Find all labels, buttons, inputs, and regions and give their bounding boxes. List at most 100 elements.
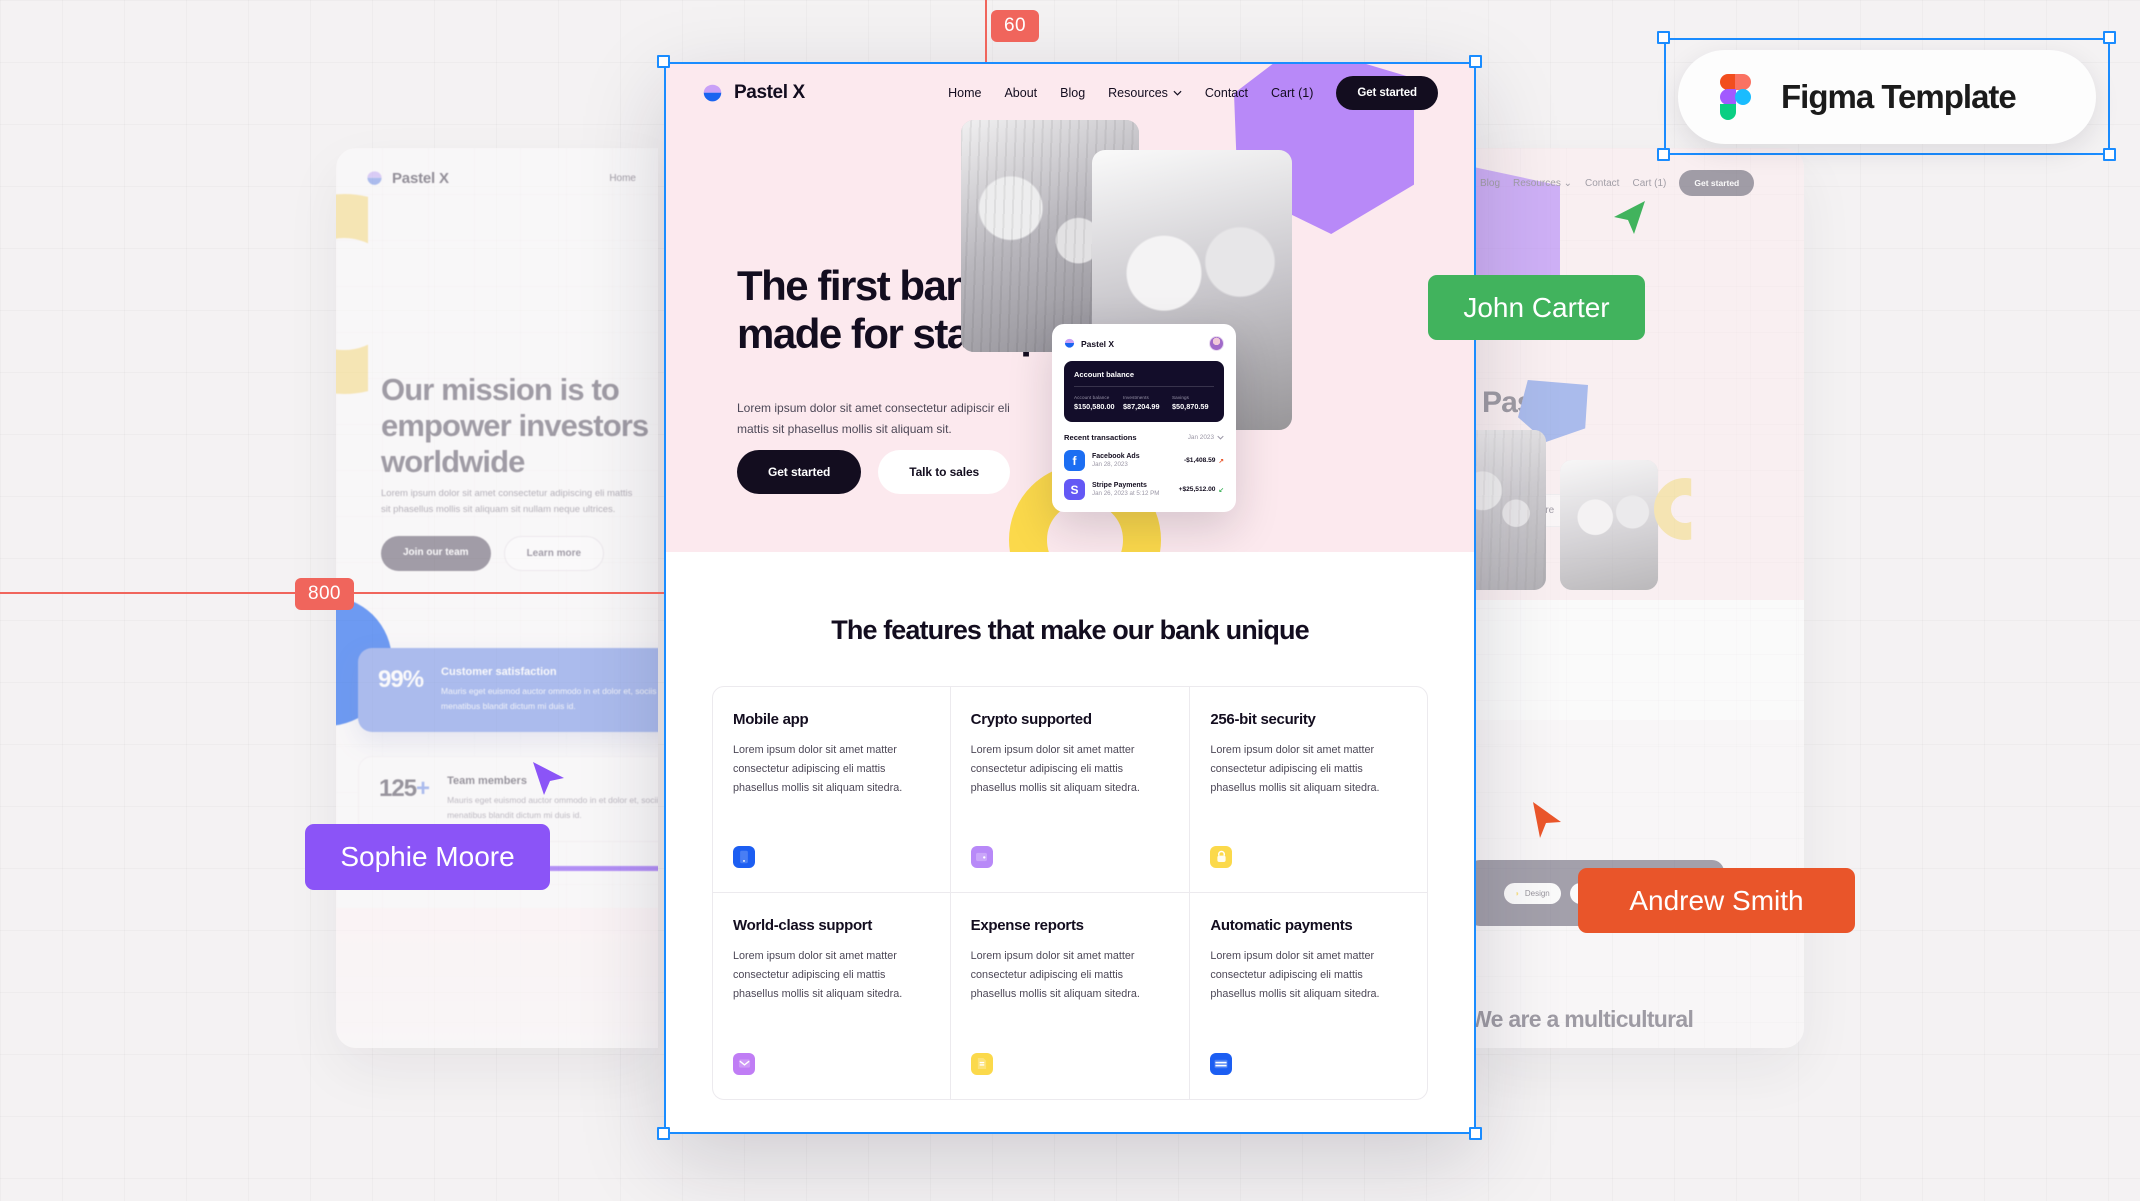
artboard-center-page[interactable]: Pastel X Home About Blog Resources Conta… — [664, 62, 1476, 1134]
feature-body: Lorem ipsum dolor sit amet matter consec… — [1210, 743, 1380, 795]
avatar[interactable] — [1209, 336, 1224, 351]
selection-handle-bottom-right[interactable] — [1469, 1127, 1482, 1140]
stat-number: 99% — [378, 666, 424, 693]
balance-value: $150,580.00 — [1074, 402, 1115, 411]
get-started-button[interactable]: Get started — [1336, 76, 1438, 110]
tag-design[interactable]: ◗ Design — [1504, 882, 1561, 904]
bank-card-brand-label: Pastel X — [1081, 338, 1115, 349]
feature-card-support[interactable]: World-class support Lorem ipsum dolor si… — [712, 892, 951, 1100]
left-page-nav[interactable]: Pastel X Home — [366, 170, 636, 187]
feature-card-automatic-payments[interactable]: Automatic payments Lorem ipsum dolor sit… — [1189, 892, 1428, 1100]
feature-card-mobile-app[interactable]: Mobile app Lorem ipsum dolor sit amet ma… — [712, 685, 951, 893]
hero-talk-to-sales-button[interactable]: Talk to sales — [878, 450, 1011, 494]
center-brand[interactable]: Pastel X — [702, 82, 805, 104]
balance-column: Investments $87,204.99 — [1123, 395, 1165, 411]
stat-number: 125+ — [379, 775, 430, 802]
nav-link-resources[interactable]: Resources — [1108, 86, 1182, 100]
center-navlinks[interactable]: Home About Blog Resources Contact Cart (… — [948, 76, 1438, 110]
selection-handle-top-right[interactable] — [2103, 31, 2116, 44]
mobile-phone-icon — [733, 845, 755, 868]
transaction-row[interactable]: f Facebook Ads Jan 28, 2023 -$1,408.59 ↗ — [1064, 450, 1224, 471]
features-section: The features that make our bank unique M… — [664, 552, 1476, 1100]
transaction-date: Jan 26, 2023 at 5:12 PM — [1092, 490, 1160, 498]
left-page-navlinks[interactable]: Home — [609, 173, 636, 184]
document-icon — [970, 1052, 993, 1075]
selection-handle-top-left[interactable] — [1657, 31, 1670, 44]
transaction-date: Jan 28, 2023 — [1092, 461, 1128, 469]
balance-label: Investments — [1123, 395, 1149, 400]
learn-more-button[interactable]: Learn more — [503, 536, 605, 571]
feature-title: World-class support — [733, 916, 873, 934]
left-page-heading: Our mission is to empower investors worl… — [381, 372, 649, 479]
stat-title: Customer satisfaction — [441, 666, 557, 678]
team-photo-right — [1560, 460, 1658, 590]
selection-handle-bottom-left[interactable] — [657, 1127, 670, 1140]
center-hero-buttons[interactable]: Get started Talk to sales — [737, 450, 1011, 494]
balance-value: $50,870.59 — [1172, 402, 1209, 411]
feature-card-crypto[interactable]: Crypto supported Lorem ipsum dolor sit a… — [950, 685, 1190, 893]
feature-card-expense-reports[interactable]: Expense reports Lorem ipsum dolor sit am… — [950, 893, 1190, 1100]
selection-handle-bottom-left[interactable] — [1657, 148, 1670, 161]
trend-down-icon: ↙ — [1218, 486, 1224, 494]
nav-link-about[interactable]: About — [1004, 86, 1037, 100]
nav-link-home[interactable]: Home — [948, 86, 981, 100]
right-section-heading: We are a multicultural — [1474, 1006, 1694, 1032]
right-nav-link-cart[interactable]: Cart (1) — [1632, 178, 1666, 189]
hero-get-started-button[interactable]: Get started — [737, 450, 862, 494]
envelope-icon — [733, 1052, 755, 1075]
trend-up-icon: ↗ — [1218, 457, 1224, 465]
selection-handle-top-right[interactable] — [1469, 55, 1482, 68]
transaction-row[interactable]: S Stripe Payments Jan 26, 2023 at 5:12 P… — [1064, 479, 1224, 500]
figma-template-label: Figma Template — [1781, 78, 2017, 115]
left-page-brand-label: Pastel X — [392, 170, 449, 187]
center-navbar[interactable]: Pastel X Home About Blog Resources Conta… — [664, 62, 1476, 124]
right-page-nav[interactable]: Blog Resources ⌄ Contact Cart (1) Get st… — [1480, 170, 1755, 196]
stripe-icon: S — [1064, 479, 1085, 500]
feature-title: Crypto supported — [970, 710, 1092, 728]
features-grid: Mobile app Lorem ipsum dolor sit amet ma… — [712, 685, 1428, 1100]
feature-body: Lorem ipsum dolor sit amet matter consec… — [970, 743, 1140, 795]
left-nav-link-home[interactable]: Home — [609, 173, 636, 184]
right-nav-link-contact[interactable]: Contact — [1585, 178, 1619, 189]
selection-handle-top-left[interactable] — [657, 55, 670, 68]
cursor-label-sophie-moore: Sophie Moore — [305, 824, 550, 890]
stat-card-satisfaction: 99% Customer satisfaction Mauris eget eu… — [358, 648, 658, 732]
lock-icon — [1210, 845, 1233, 868]
selection-handle-bottom-right[interactable] — [2103, 148, 2116, 161]
cursor-john-carter — [1614, 201, 1645, 234]
pastel-x-logo-icon — [703, 84, 722, 101]
feature-body: Lorem ipsum dolor sit amet matter consec… — [970, 949, 1140, 1001]
chevron-down-icon — [1217, 435, 1224, 440]
figma-template-badge[interactable]: Figma Template — [1678, 50, 2096, 144]
feature-body: Lorem ipsum dolor sit amet matter consec… — [733, 743, 903, 795]
chevron-down-icon: ⌄ — [1563, 177, 1572, 189]
join-our-team-button[interactable]: Join our team — [381, 536, 491, 571]
account-balance-panel: Account balance Account balance $150,580… — [1064, 361, 1224, 422]
center-hero-subtext: Lorem ipsum dolor sit amet consectetur a… — [737, 401, 1010, 436]
left-page-brand[interactable]: Pastel X — [366, 170, 449, 187]
recent-transactions-header: Recent transactions Jan 2023 — [1064, 433, 1224, 442]
wallet-icon — [970, 845, 993, 868]
transactions-period-selector[interactable]: Jan 2023 — [1188, 434, 1224, 441]
nav-link-contact[interactable]: Contact — [1205, 86, 1248, 100]
balance-label: Savings — [1172, 395, 1190, 400]
bank-card-header: Pastel X — [1064, 336, 1224, 351]
right-nav-link-blog[interactable]: Blog — [1480, 178, 1500, 189]
pastel-x-logo-icon — [367, 171, 382, 185]
cursor-andrew-smith — [1533, 802, 1561, 838]
feature-body: Lorem ipsum dolor sit amet matter consec… — [1210, 949, 1380, 1001]
measurement-badge-60: 60 — [991, 10, 1039, 42]
feature-card-security[interactable]: 256-bit security Lorem ipsum dolor sit a… — [1189, 685, 1428, 893]
team-photo-left — [1474, 430, 1546, 590]
center-hero-section: Pastel X Home About Blog Resources Conta… — [664, 62, 1476, 552]
left-page-subtext: Lorem ipsum dolor sit amet consectetur a… — [381, 488, 633, 516]
right-nav-link-resources[interactable]: Resources ⌄ — [1513, 178, 1572, 189]
nav-link-cart[interactable]: Cart (1) — [1271, 86, 1313, 100]
balance-label: Account balance — [1074, 395, 1110, 400]
bank-account-card[interactable]: Pastel X Account balance Account balance… — [1052, 324, 1236, 512]
measurement-badge-800: 800 — [295, 578, 354, 610]
left-page-buttons[interactable]: Join our team Learn more — [381, 536, 605, 571]
artboard-left-page[interactable]: Pastel X Home Our mission is to empower … — [336, 148, 658, 1048]
right-get-started-button[interactable]: Get started — [1679, 170, 1755, 196]
nav-link-blog[interactable]: Blog — [1060, 86, 1085, 100]
